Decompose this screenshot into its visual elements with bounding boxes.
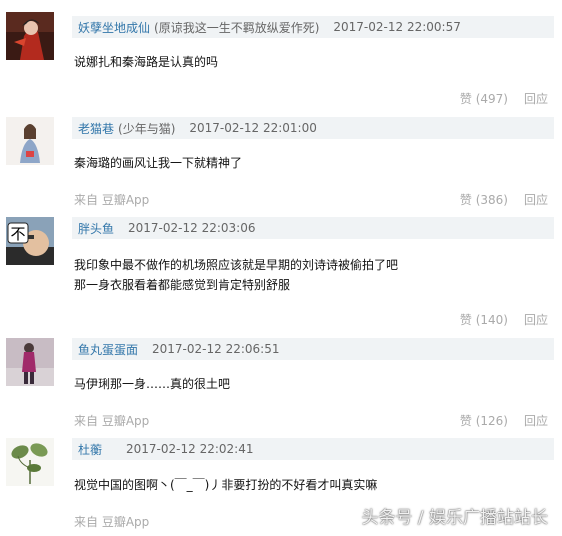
comment-line: 视觉中国的图啊丶(￣_￣)丿非要打扮的不好看才叫真实嘛 (74, 478, 378, 492)
girl-figure-avatar-icon (6, 117, 54, 165)
svg-text:不: 不 (10, 225, 25, 243)
author-link[interactable]: 胖头鱼 (78, 220, 114, 237)
comment-header: 妖孽坐地成仙 (原谅我这一生不羁放纵爱作死) 2017-02-12 22:00:… (72, 16, 554, 38)
reply-button[interactable]: 回应 (524, 313, 548, 327)
comment-text: 我印象中最不做作的机场照应该就是早期的刘诗诗被偷拍了吧 那一身衣服看着都能感觉到… (74, 255, 398, 295)
comment-header: 老猫巷 (少年与猫) 2017-02-12 22:01:00 (72, 117, 554, 139)
author-link[interactable]: 老猫巷 (78, 120, 114, 137)
meme-face-avatar-icon: 不 (6, 217, 54, 265)
comment-text: 视觉中国的图啊丶(￣_￣)丿非要打扮的不好看才叫真实嘛 (74, 475, 377, 495)
comment-header: 胖头鱼 2017-02-12 22:03:06 (72, 217, 554, 239)
author-signature: (原谅我这一生不羁放纵爱作死) (154, 20, 320, 35)
comment-time: 2017-02-12 22:03:06 (128, 221, 256, 235)
comment-time: 2017-02-12 22:00:57 (333, 20, 461, 34)
source-app-link[interactable]: 来自 豆瓣App (74, 191, 149, 208)
reply-button[interactable]: 回应 (524, 92, 548, 106)
comment-header: 鱼丸蛋蛋面 2017-02-12 22:06:51 (72, 338, 554, 360)
like-button[interactable]: 赞 (386) (460, 193, 508, 207)
author-link[interactable]: 鱼丸蛋蛋面 (78, 341, 138, 358)
standing-woman-avatar-icon (6, 338, 54, 386)
author-link[interactable]: 妖孽坐地成仙 (78, 19, 150, 36)
source-app-link[interactable]: 来自 豆瓣App (74, 513, 149, 530)
comment-actions: 赞 (126) 回应 (460, 412, 548, 429)
red-costume-avatar-icon (6, 12, 54, 60)
comment-time: 2017-02-12 22:01:00 (189, 121, 317, 135)
comment-text: 马伊琍那一身……真的很土吧 (74, 374, 230, 394)
comment-header: 杜蘅 2017-02-12 22:02:41 (72, 438, 554, 460)
comment-line: 说娜扎和秦海路是认真的吗 (74, 55, 219, 69)
watermark: 头条号 / 娱乐广播站站长 (361, 508, 548, 528)
avatar[interactable] (6, 338, 54, 386)
author-link[interactable]: 杜蘅 (78, 441, 102, 458)
reply-button[interactable]: 回应 (524, 414, 548, 428)
comment-line: 我印象中最不做作的机场照应该就是早期的刘诗诗被偷拍了吧 (74, 258, 399, 272)
like-button[interactable]: 赞 (126) (460, 414, 508, 428)
comment-actions: 赞 (386) 回应 (460, 191, 548, 208)
avatar[interactable] (6, 438, 54, 486)
author-signature: (少年与猫) (118, 121, 176, 136)
reply-button[interactable]: 回应 (524, 193, 548, 207)
avatar[interactable] (6, 117, 54, 165)
avatar[interactable] (6, 12, 54, 60)
avatar[interactable]: 不 (6, 217, 54, 265)
comment-line: 那一身衣服看着都能感觉到肯定特别舒服 (74, 278, 291, 292)
like-button[interactable]: 赞 (140) (460, 313, 508, 327)
comment-line: 马伊琍那一身……真的很土吧 (74, 377, 231, 391)
plant-sketch-avatar-icon (6, 438, 54, 486)
like-button[interactable]: 赞 (497) (460, 92, 508, 106)
comment-text: 说娜扎和秦海路是认真的吗 (74, 52, 218, 72)
comment-actions: 赞 (140) 回应 (460, 311, 548, 328)
comment-actions: 赞 (497) 回应 (460, 90, 548, 107)
comment-time: 2017-02-12 22:02:41 (126, 442, 254, 456)
comment-line: 秦海璐的画风让我一下就精神了 (74, 156, 243, 170)
comment-text: 秦海璐的画风让我一下就精神了 (74, 153, 242, 173)
comment-time: 2017-02-12 22:06:51 (152, 342, 280, 356)
source-app-link[interactable]: 来自 豆瓣App (74, 412, 149, 429)
